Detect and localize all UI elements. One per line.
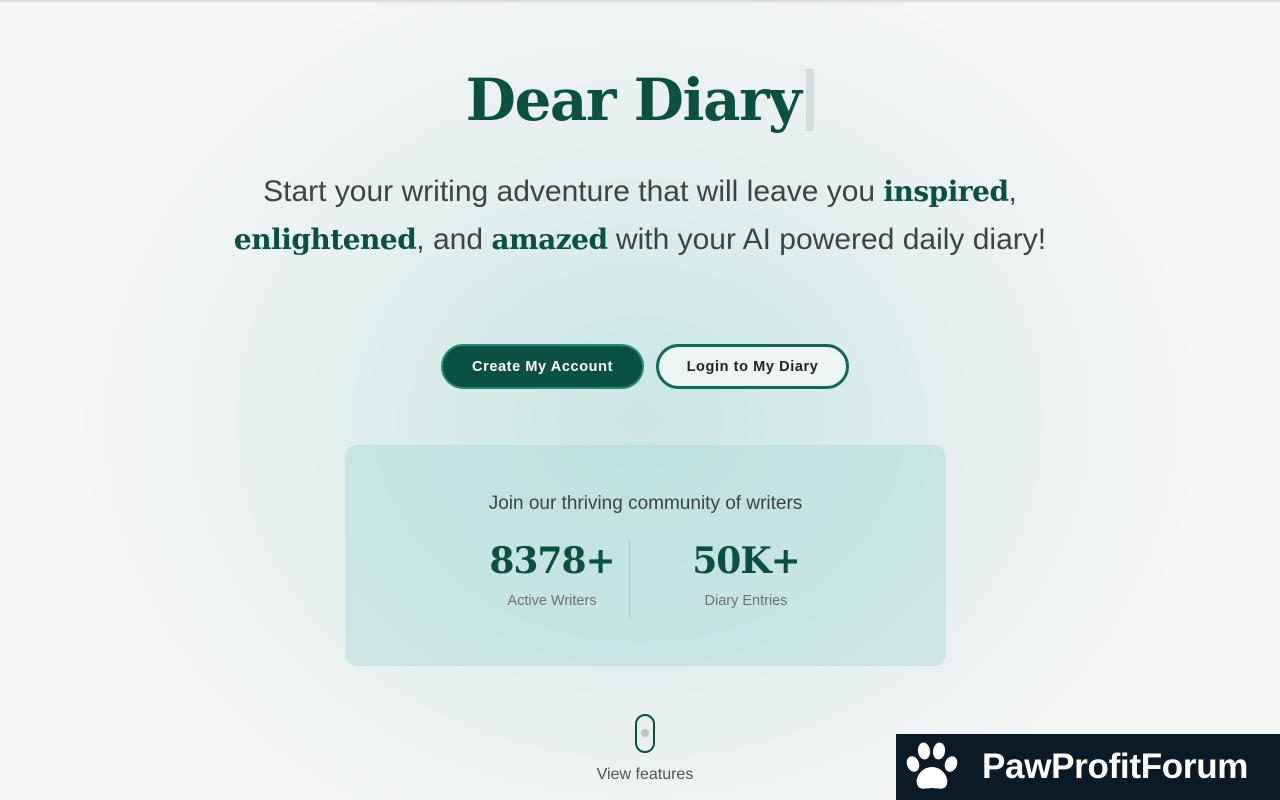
create-account-button[interactable]: Create My Account [441,344,644,389]
stat-divider [629,540,630,618]
watermark-banner: PawProfitForum [896,734,1280,800]
subtitle-text-3: , and [416,223,492,256]
login-button[interactable]: Login to My Diary [656,344,849,389]
stat-value: 8378+ [489,540,615,582]
stat-value: 50K+ [692,540,801,582]
subtitle-text-4: with your AI powered daily diary! [607,223,1047,256]
scroll-mouse-icon[interactable] [635,714,655,753]
hero-subtitle: Start your writing adventure that will l… [200,168,1080,264]
highlight-amazed: amazed [491,223,608,256]
stats-heading: Join our thriving community of writers [488,493,803,514]
subtitle-text-2: , [1008,175,1017,208]
view-features-link[interactable]: View features [545,766,745,784]
stat-active-writers: 8378+ Active Writers [452,539,652,609]
stat-diary-entries: 50K+ Diary Entries [646,539,846,609]
community-stats-card: Join our thriving community of writers 8… [345,445,946,666]
highlight-inspired: inspired [883,175,1009,208]
highlight-enlightened: enlightened [233,223,417,256]
subtitle-text-1: Start your writing adventure that will l… [263,175,884,208]
paw-icon [906,742,958,789]
top-edge-shadow [0,0,1280,3]
watermark-text: PawProfitForum [982,747,1249,786]
stat-label: Active Writers [507,593,597,609]
hero-title-wrapper: Dear Diary [0,60,1280,140]
stat-label: Diary Entries [704,593,788,609]
typing-cursor [806,69,815,131]
scroll-wheel-dot [641,729,649,737]
hero-title: Dear Diary [465,66,802,134]
